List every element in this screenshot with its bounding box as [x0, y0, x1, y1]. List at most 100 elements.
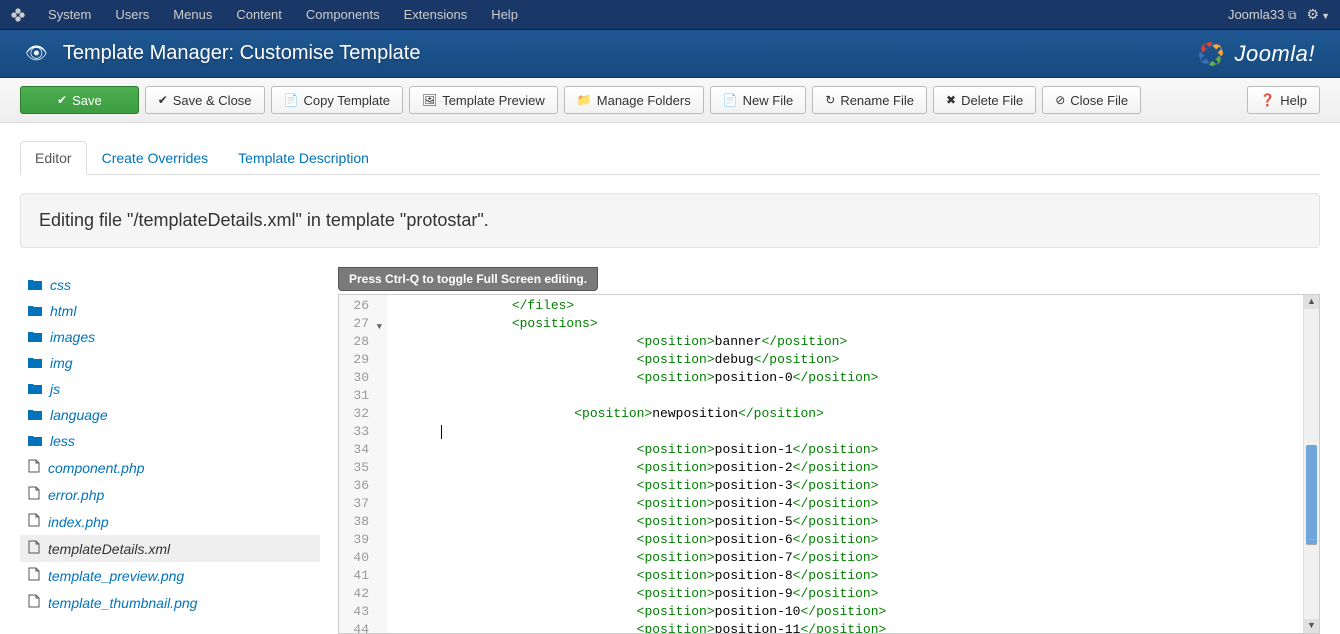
tree-item-html[interactable]: html: [20, 298, 320, 324]
caret-down-icon: ▼: [1321, 11, 1330, 21]
tree-label: templateDetails.xml: [48, 541, 170, 557]
vertical-scrollbar[interactable]: ▲ ▼: [1303, 295, 1319, 633]
topmenu-help[interactable]: Help: [479, 7, 530, 22]
scrollbar-grip: [1308, 539, 1315, 545]
topmenu-system[interactable]: System: [36, 7, 103, 22]
tree-label: css: [50, 277, 71, 293]
code-lines[interactable]: </files> <positions> <position>banner</p…: [387, 295, 1319, 634]
folder-icon: [28, 356, 42, 371]
tree-item-img[interactable]: img: [20, 350, 320, 376]
tabs: Editor Create Overrides Template Descrip…: [20, 141, 1320, 175]
folder-icon: [28, 434, 42, 449]
tab-create-overrides[interactable]: Create Overrides: [87, 141, 224, 175]
topmenu-content[interactable]: Content: [224, 7, 294, 22]
code-line[interactable]: <position>debug</position>: [387, 351, 1319, 369]
new-file-button[interactable]: 📄New File: [710, 86, 807, 114]
site-name-link[interactable]: Joomla33 ⧉: [1228, 7, 1297, 23]
code-editor[interactable]: 2627▼2829303132333435363738394041424344 …: [338, 294, 1320, 634]
file-icon: [28, 540, 40, 557]
toolbar: ✔Save ✔Save & Close 📄Copy Template 🖼Temp…: [0, 78, 1340, 123]
file-icon: [28, 486, 40, 503]
tree-item-images[interactable]: images: [20, 324, 320, 350]
code-line[interactable]: <position>position-9</position>: [387, 585, 1319, 603]
code-line[interactable]: <position>position-2</position>: [387, 459, 1319, 477]
folder-icon: [28, 408, 42, 423]
line-gutter: 2627▼2829303132333435363738394041424344: [339, 295, 387, 634]
help-button[interactable]: ❓Help: [1247, 86, 1320, 114]
scroll-down-arrow[interactable]: ▼: [1304, 619, 1319, 633]
code-line[interactable]: <position>banner</position>: [387, 333, 1319, 351]
rename-icon: ↻: [825, 93, 835, 107]
tree-item-template_thumbnail-png[interactable]: template_thumbnail.png: [20, 589, 320, 616]
admin-topbar: SystemUsersMenusContentComponentsExtensi…: [0, 0, 1340, 30]
page-header: 👁 Template Manager: Customise Template J…: [0, 30, 1340, 78]
code-line[interactable]: </files>: [387, 297, 1319, 315]
file-icon: 📄: [723, 93, 738, 107]
code-line[interactable]: <position>position-3</position>: [387, 477, 1319, 495]
code-line[interactable]: [387, 387, 1319, 405]
tree-item-js[interactable]: js: [20, 376, 320, 402]
manage-folders-button[interactable]: 📁Manage Folders: [564, 86, 704, 114]
tree-item-component-php[interactable]: component.php: [20, 454, 320, 481]
close-file-button[interactable]: ⊘Close File: [1042, 86, 1141, 114]
delete-file-button[interactable]: ✖Delete File: [933, 86, 1036, 114]
tree-item-css[interactable]: css: [20, 272, 320, 298]
code-line[interactable]: <position>position-6</position>: [387, 531, 1319, 549]
tree-item-index-php[interactable]: index.php: [20, 508, 320, 535]
topmenu-menus[interactable]: Menus: [161, 7, 224, 22]
tab-template-description[interactable]: Template Description: [223, 141, 384, 175]
code-line[interactable]: <position>position-1</position>: [387, 441, 1319, 459]
code-line[interactable]: <position>position-5</position>: [387, 513, 1319, 531]
rename-file-button[interactable]: ↻Rename File: [812, 86, 927, 114]
folder-icon: [28, 330, 42, 345]
question-icon: ❓: [1260, 93, 1275, 107]
topmenu-extensions[interactable]: Extensions: [392, 7, 480, 22]
file-icon: [28, 567, 40, 584]
joomla-icon[interactable]: [10, 7, 26, 23]
tree-label: less: [50, 433, 75, 449]
content: Editor Create Overrides Template Descrip…: [0, 123, 1340, 634]
tree-item-less[interactable]: less: [20, 428, 320, 454]
tree-label: component.php: [48, 460, 145, 476]
topmenu-users[interactable]: Users: [103, 7, 161, 22]
site-name: Joomla33: [1228, 7, 1284, 22]
scroll-up-arrow[interactable]: ▲: [1304, 295, 1319, 309]
tree-item-template_preview-png[interactable]: template_preview.png: [20, 562, 320, 589]
code-line[interactable]: <position>position-7</position>: [387, 549, 1319, 567]
code-panel: Press Ctrl-Q to toggle Full Screen editi…: [338, 266, 1320, 634]
code-line[interactable]: <positions>: [387, 315, 1319, 333]
tree-item-templateDetails-xml[interactable]: templateDetails.xml: [20, 535, 320, 562]
tree-label: js: [50, 381, 60, 397]
scrollbar-thumb[interactable]: [1306, 445, 1317, 545]
folder-icon: [28, 304, 42, 319]
gear-icon[interactable]: ⚙▼: [1307, 6, 1330, 23]
external-link-icon: ⧉: [1288, 8, 1297, 22]
save-button[interactable]: ✔Save: [20, 86, 139, 114]
code-line[interactable]: <position>position-10</position>: [387, 603, 1319, 621]
tree-label: error.php: [48, 487, 104, 503]
tab-editor[interactable]: Editor: [20, 141, 87, 175]
code-line[interactable]: <position>position-8</position>: [387, 567, 1319, 585]
code-line[interactable]: <position>position-11</position>: [387, 621, 1319, 634]
tree-label: template_preview.png: [48, 568, 184, 584]
save-close-button[interactable]: ✔Save & Close: [145, 86, 265, 114]
delete-icon: ✖: [946, 93, 956, 107]
tree-label: images: [50, 329, 95, 345]
fullscreen-hint: Press Ctrl-Q to toggle Full Screen editi…: [338, 267, 598, 291]
tree-item-error-php[interactable]: error.php: [20, 481, 320, 508]
check-icon: ✔: [158, 93, 168, 107]
eye-icon: 👁: [25, 43, 48, 64]
folder-icon: 📁: [577, 93, 592, 107]
code-line[interactable]: <position>position-4</position>: [387, 495, 1319, 513]
topmenu-components[interactable]: Components: [294, 7, 392, 22]
copy-template-button[interactable]: 📄Copy Template: [271, 86, 403, 114]
tree-label: template_thumbnail.png: [48, 595, 197, 611]
code-line[interactable]: <position>newposition</position>: [387, 405, 1319, 423]
code-line[interactable]: [387, 423, 1319, 441]
template-preview-button[interactable]: 🖼Template Preview: [409, 86, 558, 114]
tree-label: language: [50, 407, 108, 423]
code-line[interactable]: <position>position-0</position>: [387, 369, 1319, 387]
close-icon: ⊘: [1055, 93, 1065, 107]
check-icon: ✔: [57, 93, 67, 107]
tree-item-language[interactable]: language: [20, 402, 320, 428]
